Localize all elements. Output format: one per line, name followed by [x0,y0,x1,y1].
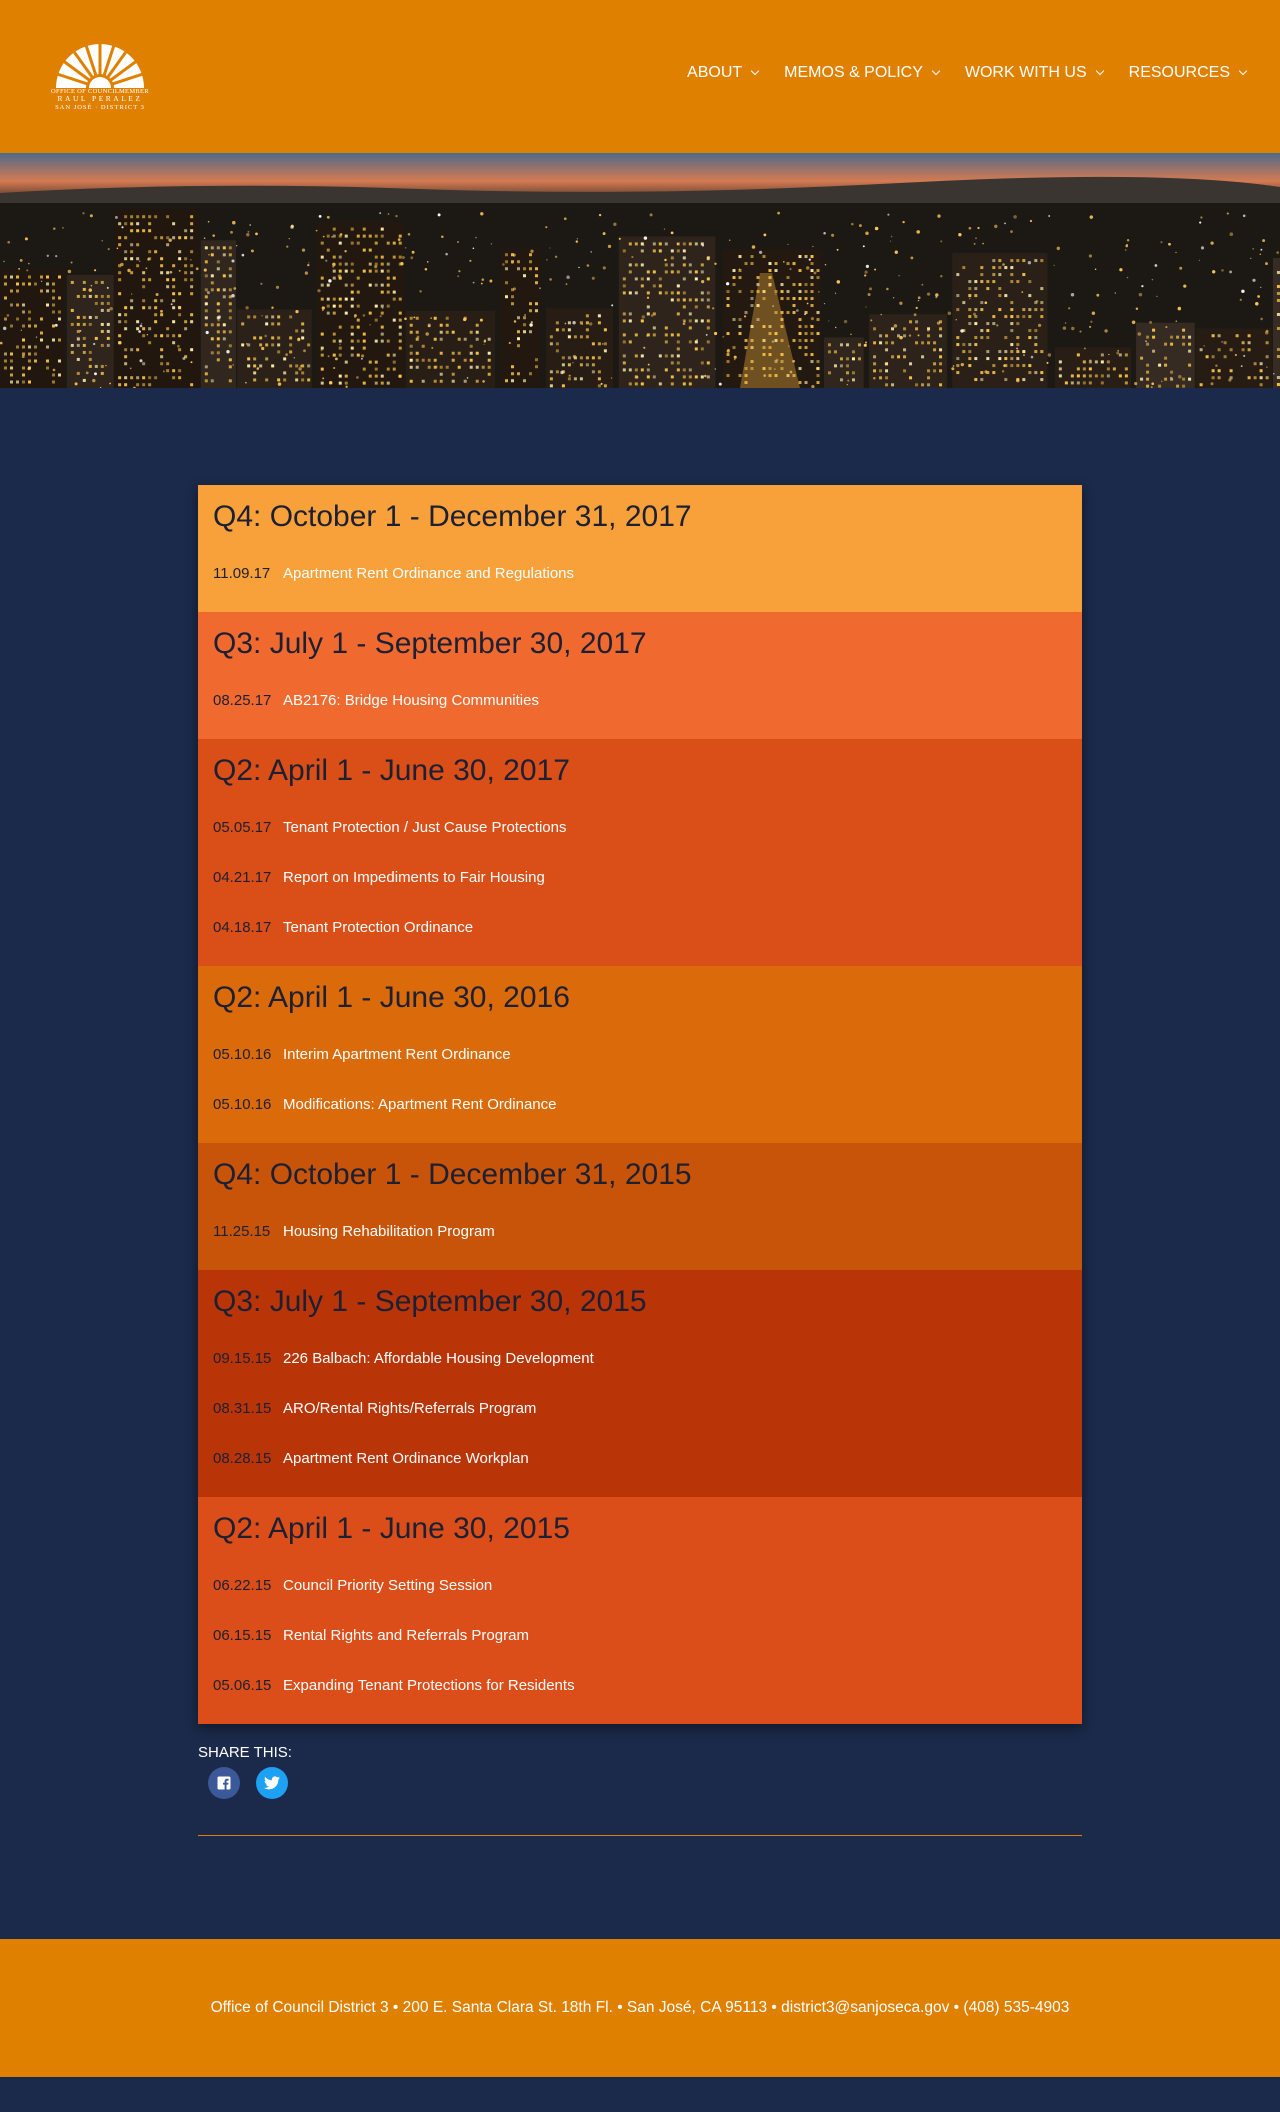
memo-link[interactable]: Council Priority Setting Session [283,1577,492,1594]
share-section: SHARE THIS: [198,1744,1082,1799]
chevron-down-icon [1095,66,1104,76]
quarter-section: Q2: April 1 - June 30, 2016 05.10.16 Inter… [198,966,1082,1143]
facebook-share-button[interactable] [208,1767,240,1799]
memo-date: 08.25.17 [213,691,272,709]
quarter-heading: Q2: April 1 - June 30, 2017 [213,754,570,787]
nav-item-label: MEMOS & POLICY [784,64,923,81]
memo-date: 04.18.17 [213,918,272,936]
memo-date: 05.05.17 [213,818,272,836]
twitter-icon [264,1776,280,1790]
memo-entry: 08.25.17 AB2176: Bridge Housing Communiti… [213,685,1067,715]
quarter-section: Q2: April 1 - June 30, 2015 06.22.15 Counc… [198,1497,1082,1724]
sun-logo-icon [56,40,144,88]
main-nav: ABOUT MEMOS & POLICY WORK WITH US RESOUR… [687,64,1248,82]
memo-entry: 09.15.15 226 Balbach: Affordable Housing … [213,1343,1067,1373]
memo-entry: 06.15.15 Rental Rights and Referrals Prog… [213,1610,1067,1660]
memo-link[interactable]: Rental Rights and Referrals Program [283,1627,529,1644]
memo-date: 09.15.15 [213,1349,272,1367]
memo-date: 04.21.17 [213,868,272,886]
memo-link[interactable]: Apartment Rent Ordinance and Regulations [283,565,574,582]
hero-cityscape-image [0,153,1280,388]
quarter-section: Q3: July 1 - September 30, 2015 09.15.15 2… [198,1270,1082,1497]
memo-entry: 05.10.16 Modifications: Apartment Rent Or… [213,1079,1067,1129]
memo-date: 06.15.15 [213,1626,272,1644]
memo-entry: 05.10.16 Interim Apartment Rent Ordinance [213,1039,1067,1069]
site-logo[interactable]: OFFICE OF COUNCILMEMBER RAUL PERALEZ SAN… [46,32,154,118]
site-header: OFFICE OF COUNCILMEMBER RAUL PERALEZ SAN… [0,0,1280,153]
memo-link[interactable]: Modifications: Apartment Rent Ordinance [283,1096,556,1113]
memo-link[interactable]: Tenant Protection / Just Cause Protectio… [283,819,566,836]
quarter-section: Q3: July 1 - September 30, 2017 08.25.17 A… [198,612,1082,739]
memo-date: 08.31.15 [213,1399,272,1417]
memo-link[interactable]: Report on Impediments to Fair Housing [283,869,545,886]
main-content: Q4: October 1 - December 31, 2017 11.09.1… [0,388,1280,1939]
logo-line-3: SAN JOSÉ · DISTRICT 3 [55,104,145,112]
memo-link[interactable]: Interim Apartment Rent Ordinance [283,1046,511,1063]
memo-entry: 05.05.17 Tenant Protection / Just Cause P… [213,812,1067,842]
quarter-heading: Q3: July 1 - September 30, 2015 [213,1285,647,1318]
memo-link[interactable]: Expanding Tenant Protections for Residen… [283,1677,575,1694]
chevron-down-icon [931,66,941,76]
quarter-heading: Q4: October 1 - December 31, 2015 [213,1158,692,1191]
quarter-heading: Q3: July 1 - September 30, 2017 [213,627,647,660]
nav-item-label: ABOUT [687,64,743,81]
quarter-heading: Q2: April 1 - June 30, 2015 [213,1512,570,1545]
quarter-heading: Q4: October 1 - December 31, 2017 [213,500,692,533]
quarter-section: Q4: October 1 - December 31, 2015 11.25.1… [198,1143,1082,1270]
quarter-heading: Q2: April 1 - June 30, 2016 [213,981,570,1014]
site-footer: Office of Council District 3 • 200 E. Sa… [0,1939,1280,2077]
memo-link[interactable]: AB2176: Bridge Housing Communities [283,692,539,709]
memo-date: 05.06.15 [213,1676,272,1694]
memo-date: 05.10.16 [213,1045,272,1063]
chevron-down-icon [750,66,760,76]
nav-item-memos-policy[interactable]: MEMOS & POLICY [784,64,941,82]
share-label: SHARE THIS: [198,1744,292,1761]
memo-entry: 08.28.15 Apartment Rent Ordinance Workpla… [213,1433,1067,1483]
memo-link[interactable]: ARO/Rental Rights/Referrals Program [283,1400,536,1417]
nav-item-label: WORK WITH US [964,64,1087,81]
memo-entry: 06.22.15 Council Priority Setting Session [213,1570,1067,1600]
nav-item-about[interactable]: ABOUT [687,64,760,82]
memo-date: 05.10.16 [213,1095,272,1113]
city-skyline-illustration [0,176,1280,388]
facebook-icon [217,1776,231,1790]
footer-contact-text: Office of Council District 3 • 200 E. Sa… [210,1999,1070,2016]
memo-entry: 11.25.15 Housing Rehabilitation Program [213,1216,1067,1246]
memo-entry: 08.31.15 ARO/Rental Rights/Referrals Prog… [213,1383,1067,1433]
memo-date: 08.28.15 [213,1449,272,1467]
memo-link[interactable]: Housing Rehabilitation Program [283,1223,495,1240]
memo-date: 11.25.15 [213,1222,271,1240]
memo-link[interactable]: 226 Balbach: Affordable Housing Developm… [283,1350,594,1367]
logo-line-2: RAUL PERALEZ [57,94,143,104]
nav-item-work-with-us[interactable]: WORK WITH US [964,64,1104,82]
memo-entry: 04.18.17 Tenant Protection Ordinance [213,902,1067,952]
quarter-section: Q4: October 1 - December 31, 2017 11.09.1… [198,485,1082,612]
memo-entry: 04.21.17 Report on Impediments to Fair Ho… [213,852,1067,902]
content-divider [198,1835,1082,1836]
memo-entry: 11.09.17 Apartment Rent Ordinance and Reg… [213,558,1067,588]
memo-link[interactable]: Tenant Protection Ordinance [283,919,473,936]
memo-entry: 05.06.15 Expanding Tenant Protections for… [213,1660,1067,1710]
memo-link[interactable]: Apartment Rent Ordinance Workplan [283,1450,529,1467]
quarter-section: Q2: April 1 - June 30, 2017 05.05.17 Tenan… [198,739,1082,966]
nav-item-resources[interactable]: RESOURCES [1128,64,1248,82]
memo-date: 11.09.17 [213,564,271,582]
quarters-list: Q4: October 1 - December 31, 2017 11.09.1… [198,485,1082,1724]
nav-item-label: RESOURCES [1128,64,1230,81]
memo-date: 06.22.15 [213,1576,272,1594]
share-icons [198,1767,1082,1799]
twitter-share-button[interactable] [256,1767,288,1799]
chevron-down-icon [1238,66,1248,76]
